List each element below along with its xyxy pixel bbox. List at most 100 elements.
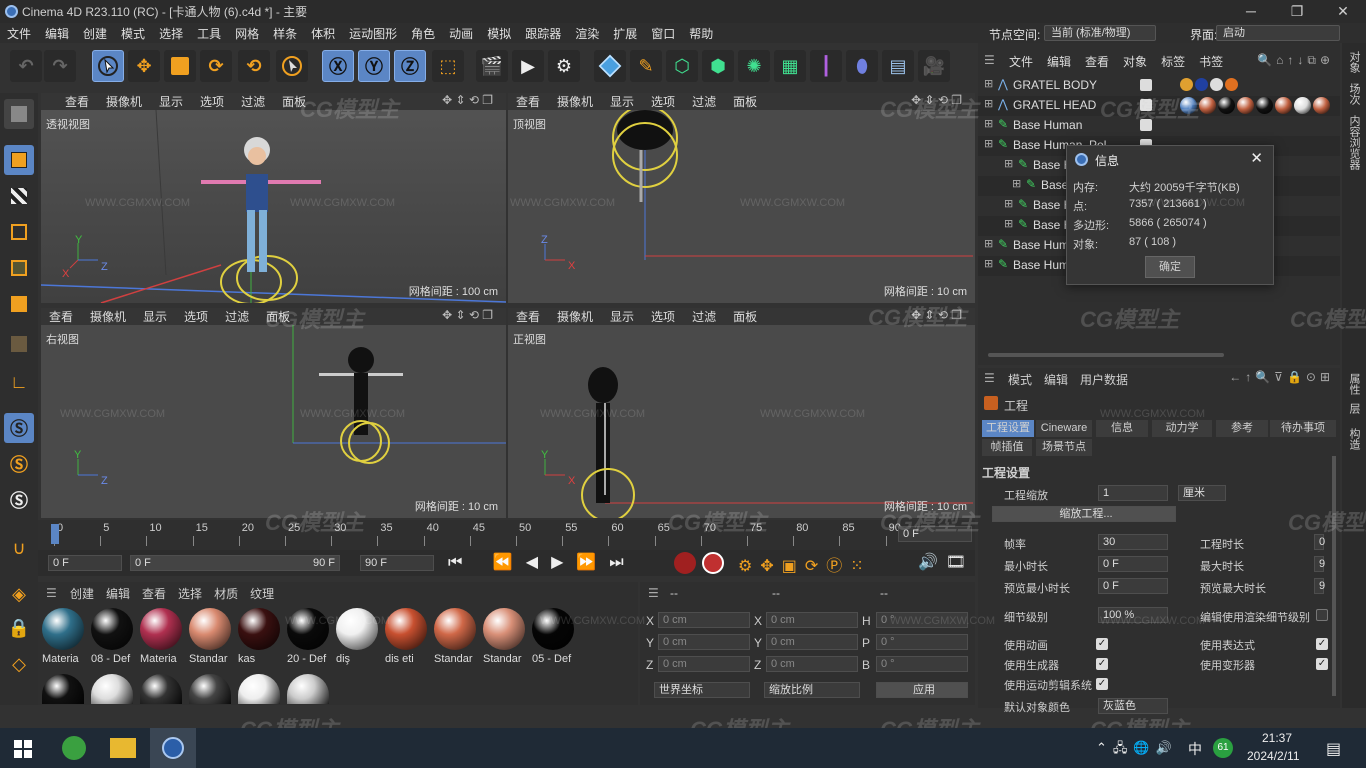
material-swatch[interactable]	[189, 608, 231, 650]
attr-checkbox[interactable]: ✓	[1096, 678, 1108, 690]
object-row[interactable]: ⊞ ⋀ GRATEL BODY	[978, 76, 1340, 96]
vp-menu-display[interactable]: 显示	[151, 93, 192, 110]
material-swatch[interactable]	[42, 674, 84, 704]
autokey-icon[interactable]	[702, 552, 724, 574]
obj-menu-tags[interactable]: 标签	[1154, 53, 1192, 70]
attr-field[interactable]: 灰蓝色	[1098, 698, 1168, 714]
attr-checkbox[interactable]: ✓	[1096, 638, 1108, 650]
obj-menu-file[interactable]: 文件	[1002, 53, 1040, 70]
close-button[interactable]: ✕	[1320, 0, 1366, 23]
attr-field[interactable]: 0 F	[1098, 556, 1168, 572]
mat-menu-texture[interactable]: 纹理	[250, 585, 274, 602]
pen-icon[interactable]: ✎	[630, 50, 662, 82]
workplane-icon[interactable]: ◈	[4, 579, 34, 609]
menu-select[interactable]: 选择	[152, 25, 190, 42]
attr-field[interactable]: 9	[1314, 556, 1325, 572]
object-scrollbar[interactable]	[988, 353, 1224, 357]
tree-toggle-icon[interactable]: ⊞	[984, 97, 993, 110]
vp-menu-filter[interactable]: 过滤	[217, 308, 258, 325]
vp-menu-view[interactable]: 查看	[508, 93, 549, 110]
vp-menu-view[interactable]: 查看	[41, 308, 82, 325]
model-mode-icon[interactable]	[4, 145, 34, 175]
tree-toggle-icon[interactable]: ⊞	[984, 117, 993, 130]
right-tab[interactable]: 场次	[1346, 83, 1362, 105]
coord-field[interactable]: 0 cm	[766, 656, 858, 672]
material-swatch[interactable]	[483, 608, 525, 650]
render-view-icon[interactable]: 🎬	[476, 50, 508, 82]
material-swatch[interactable]	[140, 608, 182, 650]
attr-field[interactable]: 9	[1314, 578, 1325, 594]
current-frame-field[interactable]: 0 F	[48, 555, 122, 571]
vp-menu-display[interactable]: 显示	[135, 308, 176, 325]
attr-field[interactable]: 1	[1098, 485, 1168, 501]
attr-scrollbar[interactable]	[1332, 456, 1336, 696]
mat-menu-edit[interactable]: 编辑	[106, 585, 130, 602]
attr-checkbox[interactable]: ✓	[1316, 638, 1328, 650]
timeline-end-field[interactable]: 0 F	[898, 526, 972, 542]
tree-toggle-icon[interactable]: ⊞	[1004, 217, 1013, 230]
y-axis-lock-icon[interactable]: Ⓨ	[358, 50, 390, 82]
attr-tab[interactable]: 工程设置	[982, 420, 1034, 437]
coord-field[interactable]: 0 cm	[658, 634, 750, 650]
material-tag-icon[interactable]	[1275, 97, 1292, 114]
object-row[interactable]: ⊞ ✎ Base Human	[978, 116, 1340, 136]
coord-field[interactable]: 0 cm	[658, 612, 750, 628]
menu-mode[interactable]: 模式	[114, 25, 152, 42]
tray-icons[interactable]: ⌃🖧🌐🔊	[1096, 739, 1178, 761]
material-tag-icon[interactable]	[1256, 97, 1273, 114]
menu-render[interactable]: 渲染	[568, 25, 606, 42]
right-tab[interactable]: 构造	[1346, 428, 1362, 450]
tree-toggle-icon[interactable]: ⊞	[1004, 197, 1013, 210]
menu-help[interactable]: 帮助	[682, 25, 720, 42]
vp-menu-camera[interactable]: 摄像机	[549, 308, 602, 325]
viewport-nav-icons[interactable]: ✥ ⇕ ⟲ ❐	[903, 308, 971, 322]
right-tab[interactable]: 属性	[1346, 373, 1362, 395]
scale-project-button[interactable]: 缩放工程...	[992, 506, 1176, 522]
scale-tool-icon[interactable]	[164, 50, 196, 82]
playback-buttons[interactable]: ⏮ ⏪◀▶⏩⏭	[448, 552, 637, 572]
material-swatch[interactable]	[189, 674, 231, 704]
mat-menu-view[interactable]: 查看	[142, 585, 166, 602]
volume-icon[interactable]: ▦	[774, 50, 806, 82]
vp-menu-options[interactable]: 选项	[643, 93, 684, 110]
snap-icon[interactable]: Ⓢ	[4, 413, 34, 443]
z-axis-lock-icon[interactable]: Ⓩ	[394, 50, 426, 82]
coord-field[interactable]: 0 °	[876, 634, 968, 650]
polygon-mode-icon[interactable]	[4, 289, 34, 319]
tag-icon[interactable]	[1225, 78, 1238, 91]
attr-tab[interactable]: 待办事项	[1270, 420, 1336, 437]
vp-menu-camera[interactable]: 摄像机	[82, 308, 135, 325]
menu-tools[interactable]: 工具	[190, 25, 228, 42]
menu-simulate[interactable]: 模拟	[480, 25, 518, 42]
ok-button[interactable]: 确定	[1145, 256, 1195, 278]
uv-mode-icon[interactable]	[4, 329, 34, 359]
attr-tab[interactable]: 场景节点	[1036, 439, 1092, 456]
coordinate-system-icon[interactable]: ⬚	[432, 50, 464, 82]
mat-menu-select[interactable]: 选择	[178, 585, 202, 602]
attr-menu-mode[interactable]: 模式	[1008, 371, 1032, 388]
right-tab[interactable]: 层	[1346, 403, 1362, 414]
right-tab[interactable]: 对象	[1346, 51, 1362, 73]
scale-select[interactable]: 缩放比例	[764, 682, 860, 698]
axis-mode-icon[interactable]: ∟	[4, 367, 34, 397]
menu-mesh[interactable]: 网格	[228, 25, 266, 42]
vp-menu-filter[interactable]: 过滤	[233, 93, 274, 110]
vp-menu-filter[interactable]: 过滤	[684, 93, 725, 110]
notification-icon[interactable]: ▤	[1326, 739, 1341, 759]
undo-icon[interactable]: ↶	[10, 50, 42, 82]
attr-tab[interactable]: 参考	[1216, 420, 1268, 437]
tag-icon[interactable]	[1210, 78, 1223, 91]
workplane-snap-icon[interactable]: Ⓢ	[4, 485, 34, 515]
vp-menu-view[interactable]: 查看	[57, 93, 98, 110]
menu-edit[interactable]: 编辑	[38, 25, 76, 42]
point-mode-icon[interactable]	[4, 217, 34, 247]
menu-volume[interactable]: 体积	[304, 25, 342, 42]
floor-icon[interactable]: ▤	[882, 50, 914, 82]
obj-menu-object[interactable]: 对象	[1116, 53, 1154, 70]
tree-toggle-icon[interactable]: ⊞	[984, 137, 993, 150]
material-swatch[interactable]	[140, 674, 182, 704]
coord-field[interactable]: 0 cm	[658, 656, 750, 672]
record-icon[interactable]	[674, 552, 696, 574]
snap-settings-icon[interactable]: Ⓢ	[4, 449, 34, 479]
material-tag-icon[interactable]	[1313, 97, 1330, 114]
